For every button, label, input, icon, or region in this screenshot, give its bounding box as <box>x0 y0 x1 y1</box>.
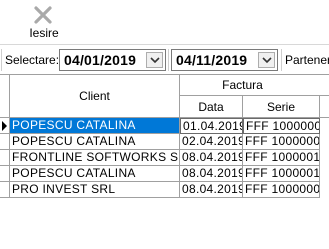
column-header-client[interactable]: Client <box>10 75 180 118</box>
close-icon <box>33 5 53 25</box>
cell-client[interactable]: POPESCU CATALINA <box>10 134 180 150</box>
chevron-down-icon <box>150 57 160 64</box>
row-header[interactable] <box>0 182 10 198</box>
toolbar: Iesire <box>0 0 329 42</box>
cell-data[interactable]: 02.04.2019 <box>180 134 243 150</box>
column-header-data-label: Data <box>198 100 224 114</box>
cell-data[interactable]: 08.04.2019 <box>180 166 243 182</box>
cell-client[interactable]: PRO INVEST SRL <box>10 182 180 198</box>
exit-button[interactable]: Iesire <box>27 2 61 42</box>
cell-data[interactable]: 08.04.2019 <box>180 182 243 198</box>
date-to-value: 04/11/2019 <box>176 52 248 68</box>
current-row-arrow-icon <box>2 121 7 131</box>
column-header-serie[interactable]: Serie <box>243 96 320 118</box>
chevron-down-icon <box>262 57 272 64</box>
cell-serie[interactable]: FFF 10000008 <box>243 182 320 198</box>
row-header-corner <box>0 75 10 118</box>
filter-bar: Selectare: 04/01/2019 04/11/2019 Partene… <box>0 44 329 72</box>
cell-client[interactable]: FRONTLINE SOFTWORKS SRL <box>10 150 180 166</box>
row-header[interactable] <box>0 118 10 134</box>
date-from-value: 04/01/2019 <box>64 52 137 68</box>
table-row[interactable]: POPESCU CATALINA 01.04.2019 FFF 10000000 <box>0 118 329 134</box>
cell-client[interactable]: POPESCU CATALINA <box>10 166 180 182</box>
column-group-header-factura-label: Factura <box>222 78 263 92</box>
cell-data[interactable]: 01.04.2019 <box>180 118 243 134</box>
column-header-serie-label: Serie <box>266 100 295 114</box>
table-row[interactable]: POPESCU CATALINA 08.04.2019 FFF 10000010 <box>0 166 329 182</box>
partner-label: Partener: <box>285 53 329 67</box>
row-header[interactable] <box>0 134 10 150</box>
cell-serie[interactable]: FFF 10000011 <box>243 150 320 166</box>
table-row[interactable]: POPESCU CATALINA 02.04.2019 FFF 10000001 <box>0 134 329 150</box>
column-header-client-label: Client <box>79 89 110 103</box>
column-header-data[interactable]: Data <box>180 96 243 118</box>
cell-serie[interactable]: FFF 10000000 <box>243 118 320 134</box>
date-to-picker[interactable]: 04/11/2019 <box>171 49 278 71</box>
date-from-dropdown-button[interactable] <box>146 52 163 68</box>
cell-serie[interactable]: FFF 10000010 <box>243 166 320 182</box>
cell-data[interactable]: 08.04.2019 <box>180 150 243 166</box>
row-header[interactable] <box>0 166 10 182</box>
row-header[interactable] <box>0 150 10 166</box>
table-row[interactable]: PRO INVEST SRL 08.04.2019 FFF 10000008 <box>0 182 329 198</box>
cell-client[interactable]: POPESCU CATALINA <box>10 118 180 134</box>
exit-button-label: Iesire <box>29 26 59 40</box>
date-from-picker[interactable]: 04/01/2019 <box>59 49 166 71</box>
select-label: Selectare: <box>5 53 60 67</box>
column-group-header-factura: Factura <box>180 75 329 96</box>
column-header-extra <box>320 96 329 118</box>
invoice-grid: Client Factura Data Serie POPESCU CATALI… <box>0 74 329 249</box>
table-row[interactable]: FRONTLINE SOFTWORKS SRL 08.04.2019 FFF 1… <box>0 150 329 166</box>
separator <box>281 49 282 71</box>
separator <box>168 49 169 71</box>
separator <box>1 49 2 71</box>
cell-serie[interactable]: FFF 10000001 <box>243 134 320 150</box>
date-to-dropdown-button[interactable] <box>258 52 275 68</box>
